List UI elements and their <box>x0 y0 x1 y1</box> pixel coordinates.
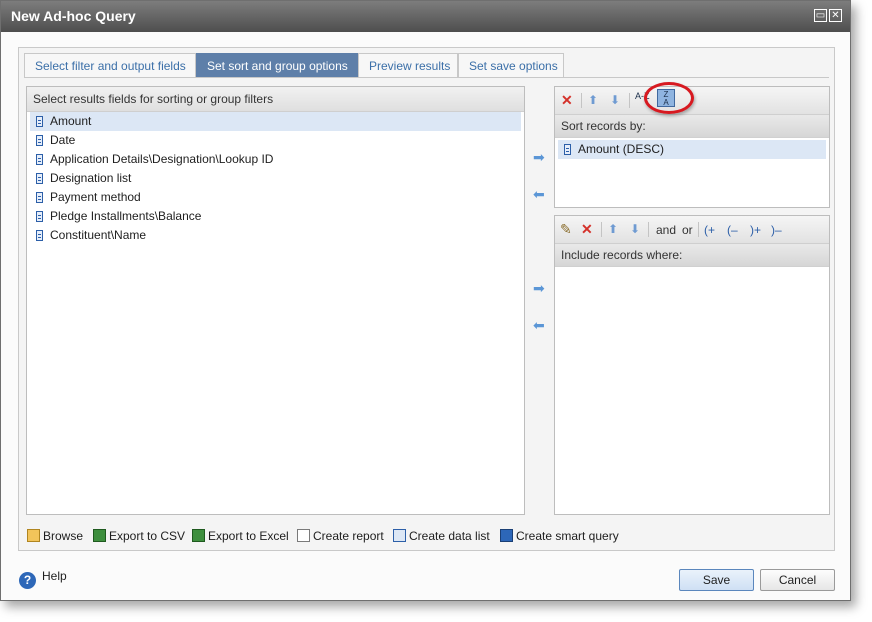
tab-sort-group[interactable]: Set sort and group options <box>196 53 358 78</box>
field-icon <box>564 144 571 155</box>
main-panel: Select filter and output fields Set sort… <box>18 47 835 551</box>
toolbar-divider <box>648 222 649 237</box>
sort-transfer-column: ➡ ⬅ <box>529 86 553 208</box>
remove-open-paren-button[interactable]: (– <box>727 222 738 238</box>
sort-pane: ✕ ⬆ ⬇ A-Z Sort records by: Amount (DESC) <box>554 86 830 208</box>
sort-item[interactable]: Amount (DESC) <box>558 140 826 159</box>
export-csv-button[interactable]: Export to CSV <box>93 529 185 543</box>
filter-pane-header: Include records where: <box>555 244 829 267</box>
field-icon <box>36 211 43 222</box>
move-down-icon[interactable]: ⬇ <box>630 221 640 237</box>
close-icon[interactable]: ✕ <box>829 9 842 22</box>
maximize-icon[interactable]: ▭ <box>814 9 827 22</box>
remove-close-paren-button[interactable]: )– <box>771 222 782 238</box>
field-label: Application Details\Designation\Lookup I… <box>50 152 274 166</box>
list-item[interactable]: Designation list <box>30 169 521 188</box>
export-excel-label: Export to Excel <box>208 529 289 543</box>
export-excel-button[interactable]: Export to Excel <box>192 529 289 543</box>
create-data-list-label: Create data list <box>409 529 490 543</box>
add-to-sort-arrow-icon[interactable]: ➡ <box>533 149 545 166</box>
field-icon <box>36 135 43 146</box>
fields-list: Amount Date Application Details\Designat… <box>27 112 524 245</box>
field-label: Date <box>50 133 76 147</box>
create-report-label: Create report <box>313 529 384 543</box>
query-dialog: New Ad-hoc Query ▭ ✕ Select filter and o… <box>0 0 851 601</box>
help-label: Help <box>42 569 67 583</box>
field-label: Payment method <box>50 190 141 204</box>
filter-toolbar: ✎ ✕ ⬆ ⬇ and or (+ (– )+ )– <box>555 216 829 244</box>
list-item[interactable]: Pledge Installments\Balance <box>30 207 521 226</box>
list-item[interactable]: Constituent\Name <box>30 226 521 245</box>
field-icon <box>36 230 43 241</box>
delete-icon[interactable]: ✕ <box>581 221 593 237</box>
filter-transfer-column: ➡ ⬅ <box>529 215 553 515</box>
export-csv-label: Export to CSV <box>109 529 186 543</box>
delete-icon[interactable]: ✕ <box>561 92 573 108</box>
or-button[interactable]: or <box>682 222 693 238</box>
and-button[interactable]: and <box>656 222 676 238</box>
tab-select-filter[interactable]: Select filter and output fields <box>24 53 196 78</box>
fields-pane: Select results fields for sorting or gro… <box>26 86 525 515</box>
fields-pane-header: Select results fields for sorting or gro… <box>27 87 524 112</box>
excel-icon <box>192 529 205 542</box>
excel-icon <box>93 529 106 542</box>
create-smart-query-label: Create smart query <box>516 529 619 543</box>
help-link[interactable]: ? Help <box>19 569 67 589</box>
list-item[interactable]: Payment method <box>30 188 521 207</box>
move-down-icon[interactable]: ⬇ <box>610 92 620 108</box>
browse-button[interactable]: Browse <box>27 529 83 543</box>
save-button[interactable]: Save <box>679 569 754 591</box>
data-list-icon <box>393 529 406 542</box>
field-label: Amount <box>50 114 92 128</box>
window-title: New Ad-hoc Query <box>11 8 136 24</box>
field-icon <box>36 173 43 184</box>
field-label: Constituent\Name <box>50 228 147 242</box>
action-bar: Browse Export to CSV Export to Excel Cre… <box>18 521 835 551</box>
filter-pane: ✎ ✕ ⬆ ⬇ and or (+ (– )+ )– Include recor… <box>554 215 830 515</box>
toolbar-divider <box>601 222 602 237</box>
move-up-icon[interactable]: ⬆ <box>608 221 618 237</box>
tab-preview[interactable]: Preview results <box>358 53 458 78</box>
help-icon: ? <box>19 572 36 589</box>
toolbar-divider <box>581 93 582 108</box>
toolbar-divider <box>629 93 630 108</box>
cancel-button[interactable]: Cancel <box>760 569 835 591</box>
remove-from-sort-arrow-icon[interactable]: ⬅ <box>533 186 545 203</box>
browse-label: Browse <box>43 529 84 543</box>
report-icon <box>297 529 310 542</box>
field-icon <box>36 192 43 203</box>
edit-filter-icon[interactable]: ✎ <box>560 221 572 237</box>
add-to-filter-arrow-icon[interactable]: ➡ <box>533 280 545 297</box>
field-label: Pledge Installments\Balance <box>50 209 202 223</box>
tab-underline <box>24 77 829 78</box>
add-close-paren-button[interactable]: )+ <box>750 222 761 238</box>
tab-save-options[interactable]: Set save options <box>458 53 564 78</box>
create-data-list-button[interactable]: Create data list <box>393 529 490 543</box>
smart-query-icon <box>500 529 513 542</box>
sort-item-label: Amount (DESC) <box>578 142 665 156</box>
sort-pane-header: Sort records by: <box>555 115 829 138</box>
list-item[interactable]: Amount <box>30 112 521 131</box>
toolbar-divider <box>698 222 699 237</box>
folder-icon <box>27 529 40 542</box>
remove-from-filter-arrow-icon[interactable]: ⬅ <box>533 317 545 334</box>
list-item[interactable]: Application Details\Designation\Lookup I… <box>30 150 521 169</box>
list-item[interactable]: Date <box>30 131 521 150</box>
field-icon <box>36 154 43 165</box>
callout-highlight-ring <box>644 82 694 114</box>
title-bar: New Ad-hoc Query ▭ ✕ <box>1 1 850 32</box>
create-report-button[interactable]: Create report <box>297 529 384 543</box>
field-label: Designation list <box>50 171 132 185</box>
field-icon <box>36 116 43 127</box>
move-up-icon[interactable]: ⬆ <box>588 92 598 108</box>
create-smart-query-button[interactable]: Create smart query <box>500 529 619 543</box>
add-open-paren-button[interactable]: (+ <box>704 222 715 238</box>
